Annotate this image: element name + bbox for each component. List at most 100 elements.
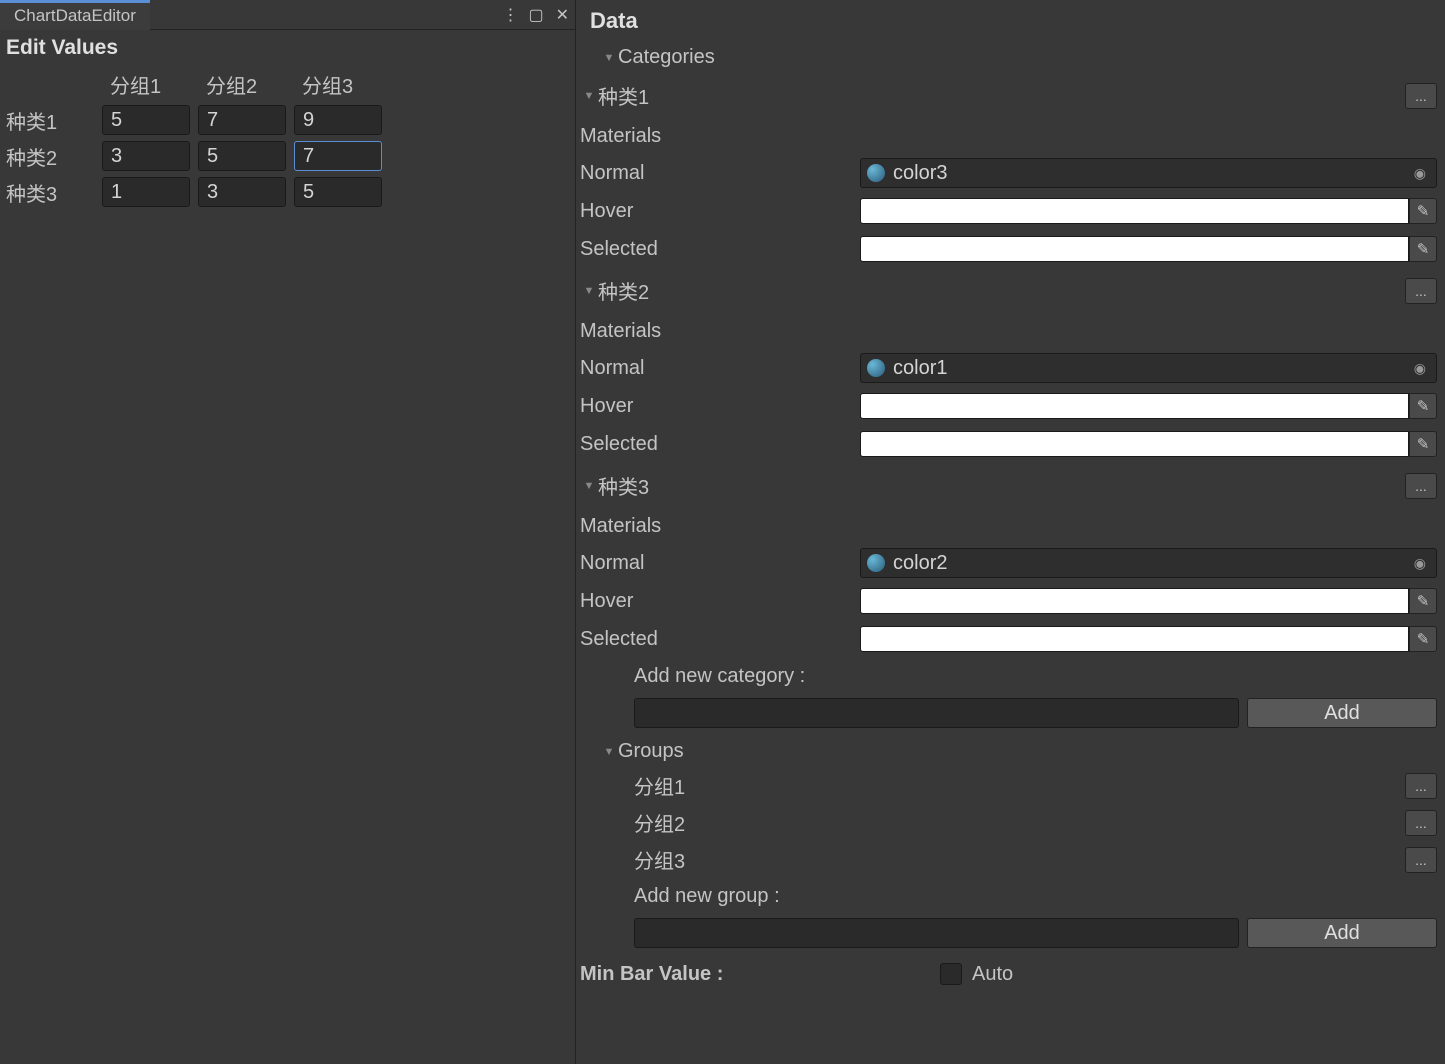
min-bar-row: Min Bar Value : Auto xyxy=(580,956,1441,992)
selected-row: Selected ✎ xyxy=(580,425,1441,463)
material-icon xyxy=(867,554,885,572)
row-label: 种类1 xyxy=(6,106,94,135)
auto-checkbox[interactable] xyxy=(940,963,962,985)
normal-object-field[interactable]: color1 ◉ xyxy=(860,353,1437,383)
eyedropper-icon[interactable]: ✎ xyxy=(1409,198,1437,224)
category-foldout[interactable]: ▼ 种类2 xyxy=(580,272,649,309)
maximize-icon[interactable]: ▢ xyxy=(528,5,543,25)
category-foldout[interactable]: ▼ 种类1 xyxy=(580,77,649,114)
selected-color-field: ✎ xyxy=(860,624,1437,654)
add-category-input[interactable] xyxy=(634,698,1239,728)
color-swatch[interactable] xyxy=(860,393,1409,419)
color-swatch[interactable] xyxy=(860,626,1409,652)
chevron-down-icon: ▼ xyxy=(580,480,598,492)
add-category-label: Add new category : xyxy=(634,665,805,688)
normal-row: Normal color2 ◉ xyxy=(580,544,1441,582)
group-name: 分组3 xyxy=(580,845,685,874)
more-button[interactable]: ... xyxy=(1405,847,1437,873)
col-header: 分组2 xyxy=(198,70,286,99)
selected-row: Selected ✎ xyxy=(580,620,1441,658)
material-name: color3 xyxy=(893,162,1410,185)
color-swatch[interactable] xyxy=(860,588,1409,614)
close-icon[interactable]: ✕ xyxy=(556,5,569,25)
groups-foldout[interactable]: ▼ Groups xyxy=(580,736,1441,767)
add-category-button[interactable]: Add xyxy=(1247,698,1437,728)
value-cell[interactable] xyxy=(198,141,286,171)
group-row: 分组1 ... xyxy=(580,767,1441,804)
group-name: 分组1 xyxy=(580,771,685,800)
value-cell[interactable] xyxy=(294,105,382,135)
add-group-input[interactable] xyxy=(634,918,1239,948)
normal-row: Normal color1 ◉ xyxy=(580,349,1441,387)
edit-values-title: Edit Values xyxy=(0,30,575,66)
value-cell[interactable] xyxy=(102,141,190,171)
color-swatch[interactable] xyxy=(860,198,1409,224)
row-label: 种类2 xyxy=(6,142,94,171)
selected-label: Selected xyxy=(580,433,860,456)
hover-label: Hover xyxy=(580,590,860,613)
eyedropper-icon[interactable]: ✎ xyxy=(1409,588,1437,614)
normal-object-field[interactable]: color2 ◉ xyxy=(860,548,1437,578)
value-cell[interactable] xyxy=(102,105,190,135)
hover-row: Hover ✎ xyxy=(580,582,1441,620)
eyedropper-icon[interactable]: ✎ xyxy=(1409,236,1437,262)
eyedropper-icon[interactable]: ✎ xyxy=(1409,431,1437,457)
tab-chartdataeditor[interactable]: ChartDataEditor xyxy=(0,0,150,30)
eyedropper-icon[interactable]: ✎ xyxy=(1409,393,1437,419)
more-button[interactable]: ... xyxy=(1405,473,1437,499)
categories-label: Categories xyxy=(618,46,715,69)
more-button[interactable]: ... xyxy=(1405,810,1437,836)
value-cell[interactable] xyxy=(102,177,190,207)
inspector-title: Data xyxy=(580,0,1441,42)
more-button[interactable]: ... xyxy=(1405,278,1437,304)
selected-color-field: ✎ xyxy=(860,234,1437,264)
table-row: 种类3 xyxy=(6,177,569,207)
category-header: ▼ 种类1 ... xyxy=(580,73,1441,118)
group-row: 分组3 ... xyxy=(580,841,1441,878)
value-cell[interactable] xyxy=(294,141,382,171)
color-swatch[interactable] xyxy=(860,431,1409,457)
min-bar-label: Min Bar Value : xyxy=(580,963,940,986)
hover-color-field: ✎ xyxy=(860,196,1437,226)
object-picker-icon[interactable]: ◉ xyxy=(1410,360,1430,377)
materials-row: Materials xyxy=(580,313,1441,349)
object-picker-icon[interactable]: ◉ xyxy=(1410,165,1430,182)
groups-label: Groups xyxy=(618,740,684,763)
normal-row: Normal color3 ◉ xyxy=(580,154,1441,192)
add-category-row: Add xyxy=(580,694,1441,732)
materials-row: Materials xyxy=(580,508,1441,544)
object-picker-icon[interactable]: ◉ xyxy=(1410,555,1430,572)
category-name: 种类3 xyxy=(598,471,649,500)
tab-controls: ⋮ ▢ ✕ xyxy=(502,5,569,25)
menu-icon[interactable]: ⋮ xyxy=(502,5,516,25)
more-button[interactable]: ... xyxy=(1405,773,1437,799)
more-button[interactable]: ... xyxy=(1405,83,1437,109)
value-cell[interactable] xyxy=(198,105,286,135)
col-header: 分组3 xyxy=(294,70,382,99)
add-category-label-row: Add new category : xyxy=(580,658,1441,694)
category-foldout[interactable]: ▼ 种类3 xyxy=(580,467,649,504)
material-name: color2 xyxy=(893,552,1410,575)
category-name: 种类1 xyxy=(598,81,649,110)
chevron-down-icon: ▼ xyxy=(600,746,618,758)
row-label: 种类3 xyxy=(6,178,94,207)
add-group-button[interactable]: Add xyxy=(1247,918,1437,948)
editor-panel: ChartDataEditor ⋮ ▢ ✕ Edit Values 分组1 分组… xyxy=(0,0,575,1064)
color-swatch[interactable] xyxy=(860,236,1409,262)
eyedropper-icon[interactable]: ✎ xyxy=(1409,626,1437,652)
materials-row: Materials xyxy=(580,118,1441,154)
selected-label: Selected xyxy=(580,238,860,261)
add-group-label-row: Add new group : xyxy=(580,878,1441,914)
hover-color-field: ✎ xyxy=(860,391,1437,421)
normal-object-field[interactable]: color3 ◉ xyxy=(860,158,1437,188)
value-cell[interactable] xyxy=(198,177,286,207)
selected-label: Selected xyxy=(580,628,860,651)
values-table: 分组1 分组2 分组3 种类1 种类2 种类3 xyxy=(0,66,575,217)
categories-foldout[interactable]: ▼ Categories xyxy=(580,42,1441,73)
category-header: ▼ 种类2 ... xyxy=(580,268,1441,313)
add-group-label: Add new group : xyxy=(634,885,780,908)
value-cell[interactable] xyxy=(294,177,382,207)
chevron-down-icon: ▼ xyxy=(580,90,598,102)
tab-bar: ChartDataEditor ⋮ ▢ ✕ xyxy=(0,0,575,30)
materials-label: Materials xyxy=(580,320,661,343)
